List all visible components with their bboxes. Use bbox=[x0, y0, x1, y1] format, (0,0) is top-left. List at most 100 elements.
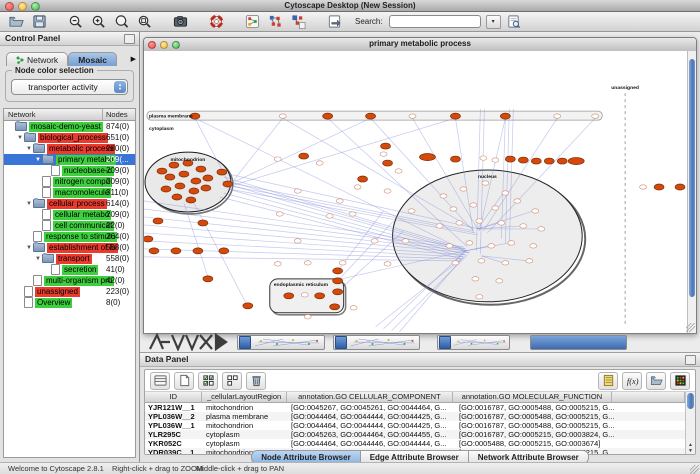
expand-arrow-icon[interactable]: ▼ bbox=[34, 157, 42, 163]
network-node[interactable] bbox=[514, 199, 521, 203]
network-node[interactable] bbox=[371, 239, 378, 243]
tree-row[interactable]: nitrogen compo209(0) bbox=[4, 176, 135, 187]
network-node[interactable] bbox=[446, 244, 453, 248]
network-node[interactable] bbox=[149, 248, 159, 254]
tree-row[interactable]: nucleobase-c209(0) bbox=[4, 165, 135, 176]
zoom-out-icon[interactable] bbox=[65, 13, 85, 30]
network-node[interactable] bbox=[219, 248, 229, 254]
network-node[interactable] bbox=[191, 178, 201, 184]
network-node[interactable] bbox=[276, 212, 283, 216]
network-node[interactable] bbox=[440, 194, 447, 198]
network-node[interactable] bbox=[366, 113, 376, 119]
network-canvas[interactable]: plasma membranecytoplasmmitochondrionnuc… bbox=[144, 51, 687, 332]
open-attribute-file-icon[interactable] bbox=[646, 372, 666, 390]
network-name[interactable]: multi-organism pro bbox=[44, 276, 114, 286]
network-node[interactable] bbox=[294, 239, 301, 243]
minimized-window-3[interactable] bbox=[437, 335, 510, 350]
node-color-combobox[interactable]: transporter activity ▲▼ bbox=[11, 79, 128, 95]
network-node[interactable] bbox=[144, 236, 153, 242]
network-node[interactable] bbox=[349, 212, 356, 216]
network-node[interactable] bbox=[171, 248, 181, 254]
network-node[interactable] bbox=[402, 239, 409, 243]
network-node[interactable] bbox=[531, 158, 541, 164]
network-name[interactable]: Overview bbox=[35, 298, 72, 308]
network-edge[interactable] bbox=[338, 231, 404, 292]
network-node[interactable] bbox=[330, 304, 340, 310]
network-node[interactable] bbox=[201, 185, 211, 191]
attribute-table-icon[interactable] bbox=[150, 372, 170, 390]
network-node[interactable] bbox=[279, 114, 286, 118]
network-node[interactable] bbox=[532, 209, 539, 213]
network-node[interactable] bbox=[476, 219, 483, 223]
help-ring-icon[interactable] bbox=[206, 13, 226, 30]
network-node[interactable] bbox=[175, 183, 185, 189]
network-node[interactable] bbox=[502, 191, 509, 195]
network-node[interactable] bbox=[336, 199, 343, 203]
table-cell[interactable]: YPL036W__2 bbox=[145, 412, 203, 421]
window-resize-grip[interactable] bbox=[686, 323, 695, 332]
table-cell[interactable]: [GO:0005488, GO:0005215, GO:0003674] bbox=[456, 439, 616, 448]
network-node[interactable] bbox=[299, 153, 309, 159]
network-node[interactable] bbox=[640, 185, 647, 189]
network-overview-icon[interactable] bbox=[242, 13, 262, 30]
network-node[interactable] bbox=[274, 262, 281, 266]
zoom-selected-icon[interactable] bbox=[134, 13, 154, 30]
network-node[interactable] bbox=[496, 279, 503, 283]
table-cell[interactable]: [GO:0016787, GO:0005488, GO:0005215, G..… bbox=[456, 403, 616, 412]
network-node[interactable] bbox=[304, 315, 311, 319]
minimized-window-2[interactable] bbox=[333, 335, 420, 350]
network-name[interactable]: secretion bbox=[62, 265, 98, 275]
open-icon[interactable] bbox=[6, 13, 26, 30]
search-dropdown-icon[interactable]: ▾ bbox=[486, 15, 501, 29]
snapshot-icon[interactable] bbox=[170, 13, 190, 30]
network-node[interactable] bbox=[161, 186, 171, 192]
network-node[interactable] bbox=[316, 161, 323, 165]
tab-overflow-icon[interactable]: ▶ bbox=[131, 55, 136, 63]
tree-row[interactable]: cell communicat22(0) bbox=[4, 220, 135, 231]
network-node[interactable] bbox=[294, 189, 301, 193]
network-node[interactable] bbox=[450, 156, 460, 162]
network-node[interactable] bbox=[153, 218, 163, 224]
network-node[interactable] bbox=[450, 207, 457, 211]
network-name[interactable]: biological_process bbox=[38, 133, 108, 143]
tab-network[interactable]: Network bbox=[6, 52, 68, 66]
tree-row[interactable]: cellular metabo209(0) bbox=[4, 209, 135, 220]
tab-mosaic[interactable]: Mosaic bbox=[68, 52, 117, 66]
network-node[interactable] bbox=[544, 158, 554, 164]
table-cell[interactable]: YKR052C bbox=[145, 439, 203, 448]
network-name[interactable]: unassigned bbox=[35, 287, 80, 297]
table-cell[interactable]: cytoplasm bbox=[203, 439, 288, 448]
network-node[interactable] bbox=[466, 241, 473, 245]
network-node[interactable] bbox=[358, 176, 368, 182]
network-node[interactable] bbox=[179, 171, 189, 177]
network-node[interactable] bbox=[520, 224, 527, 228]
scrollbar-thumb[interactable] bbox=[689, 59, 695, 297]
column-header[interactable]: annotation.GO MOLECULAR_FUNCTION bbox=[453, 392, 612, 402]
table-row[interactable]: YPL036W__1mitochondrion[GO:0044464, GO:0… bbox=[145, 421, 685, 430]
network-node[interactable] bbox=[538, 227, 545, 231]
tree-row[interactable]: mosaic-demo-yeast874(0) bbox=[4, 121, 135, 132]
table-cell[interactable]: [GO:0044464, GO:0044444, GO:0044425, G..… bbox=[288, 412, 456, 421]
network-node[interactable] bbox=[323, 113, 333, 119]
network-node[interactable] bbox=[408, 209, 415, 213]
network-node[interactable] bbox=[326, 214, 333, 218]
network-node[interactable] bbox=[157, 168, 167, 174]
network-node[interactable] bbox=[505, 156, 515, 162]
table-cell[interactable]: [GO:0016787, GO:0005215, GO:0003824, G..… bbox=[456, 430, 616, 439]
zoom-in-icon[interactable] bbox=[88, 13, 108, 30]
network-edge[interactable] bbox=[230, 118, 283, 185]
expand-arrow-icon[interactable]: ▼ bbox=[25, 146, 33, 152]
network-name[interactable]: nitrogen compo bbox=[53, 177, 112, 187]
new-attribute-icon[interactable] bbox=[174, 372, 194, 390]
table-row[interactable]: YLR295Ccytoplasm[GO:0045263, GO:0044464,… bbox=[145, 430, 685, 439]
table-cell[interactable]: YPL036W__1 bbox=[145, 421, 203, 430]
network-edge[interactable] bbox=[232, 118, 371, 183]
minimized-window-1[interactable] bbox=[237, 335, 325, 350]
network-node[interactable] bbox=[498, 221, 505, 225]
tree-row[interactable]: ▼metabolic process280(0) bbox=[4, 143, 135, 154]
tree-row[interactable]: ▼biological_process651(0) bbox=[4, 132, 135, 143]
table-cell[interactable]: YLR295C bbox=[145, 430, 203, 439]
network-node[interactable] bbox=[196, 166, 206, 172]
network-node[interactable] bbox=[472, 277, 479, 281]
network-node[interactable] bbox=[198, 220, 208, 226]
